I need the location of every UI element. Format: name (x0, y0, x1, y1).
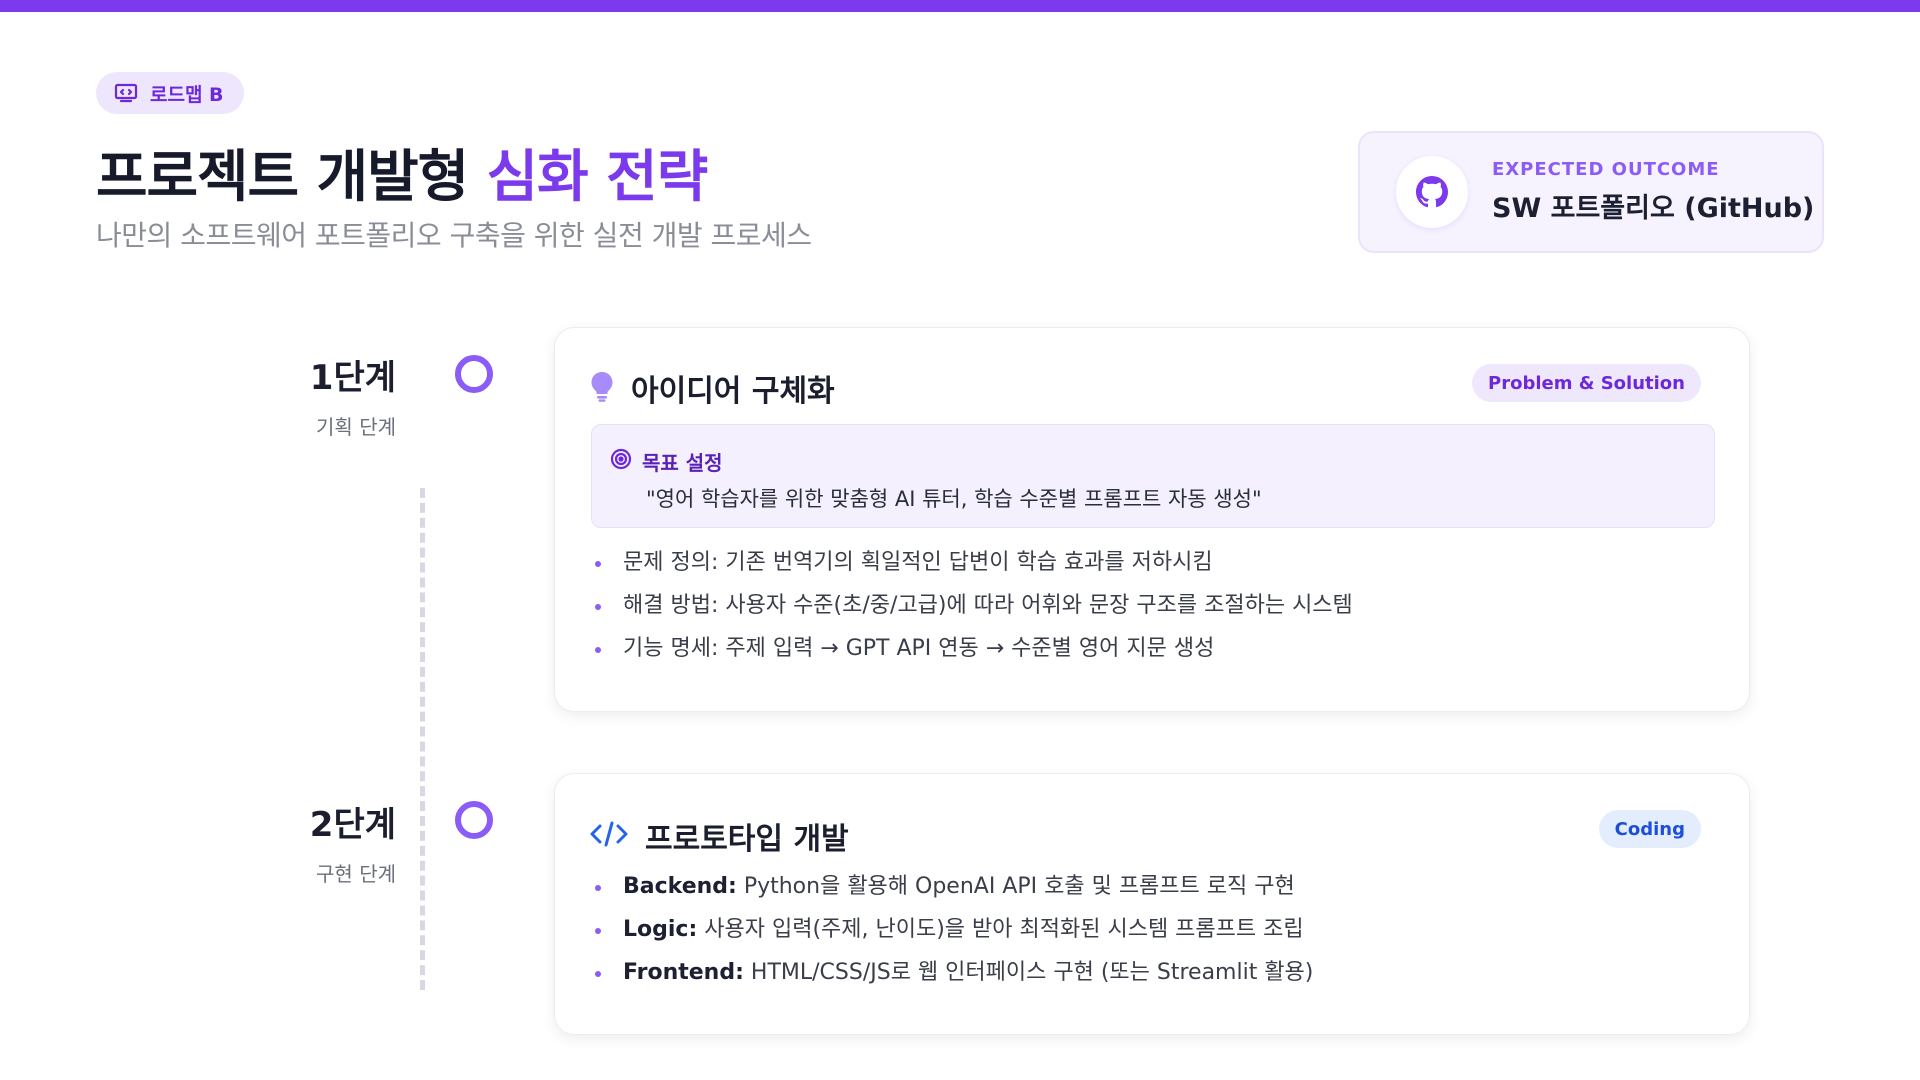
step-1-label: 1단계 기획 단계 (310, 350, 396, 440)
goal-text: "영어 학습자를 위한 맞춤형 AI 튜터, 학습 수준별 프롬프트 자동 생성… (646, 487, 1262, 511)
bullet-key: Backend: (623, 874, 737, 899)
bullet-text: HTML/CSS/JS로 웹 인터페이스 구현 (또는 Streamlit 활용… (743, 960, 1314, 985)
bullet-key: Logic: (623, 917, 698, 942)
goal-header: 목표 설정 (610, 447, 723, 476)
list-item: Frontend: HTML/CSS/JS로 웹 인터페이스 구현 (또는 St… (591, 958, 1313, 1001)
roadmap-badge-label: 로드맵 B (150, 83, 224, 106)
page-title-accent: 심화 전략 (486, 145, 709, 210)
step-1-tag: Problem & Solution (1472, 364, 1701, 402)
step-1-card-header: 아이디어 구체화 (589, 366, 835, 410)
outcome-value: SW 포트폴리오 (GitHub) (1492, 193, 1815, 224)
list-item: Backend: Python을 활용해 OpenAI API 호출 및 프롬프… (591, 872, 1313, 915)
lightbulb-icon (589, 370, 615, 406)
list-item: 기능 명세: 주제 입력 → GPT API 연동 → 수준별 영어 지문 생성 (591, 634, 1353, 677)
step-1-bullets: 문제 정의: 기존 번역기의 획일적인 답변이 학습 효과를 저하시킴 해결 방… (591, 548, 1353, 677)
step-1-phase: 기획 단계 (316, 415, 396, 439)
bullet-text: Python을 활용해 OpenAI API 호출 및 프롬프트 로직 구현 (736, 874, 1295, 899)
page-subtitle: 나만의 소프트웨어 포트폴리오 구축을 위한 실전 개발 프로세스 (96, 219, 812, 252)
goal-box: 목표 설정 "영어 학습자를 위한 맞춤형 AI 튜터, 학습 수준별 프롬프트… (591, 424, 1715, 528)
list-item: Logic: 사용자 입력(주제, 난이도)을 받아 최적화된 시스템 프롬프트… (591, 915, 1313, 958)
step-2-tag: Coding (1598, 810, 1701, 848)
roadmap-badge: 로드맵 B (96, 72, 244, 114)
bullet-text: 사용자 입력(주제, 난이도)을 받아 최적화된 시스템 프롬프트 조립 (697, 917, 1304, 942)
page-title-main: 프로젝트 개발형 (96, 145, 469, 210)
list-item: 문제 정의: 기존 번역기의 획일적인 답변이 학습 효과를 저하시킴 (591, 548, 1353, 591)
expected-outcome-card: EXPECTED OUTCOME SW 포트폴리오 (GitHub) (1358, 131, 1824, 253)
step-2-bullets: Backend: Python을 활용해 OpenAI API 호출 및 프롬프… (591, 872, 1313, 1001)
step-2-card-header: 프로토타입 개발 (589, 814, 849, 858)
step-2-title: 프로토타입 개발 (645, 822, 849, 857)
timeline-line (420, 488, 425, 990)
step-2-label: 2단계 구현 단계 (310, 797, 396, 887)
step-1-card: 아이디어 구체화 Problem & Solution 목표 설정 "영어 학습… (554, 327, 1750, 712)
step-2-card: 프로토타입 개발 Coding Backend: Python을 활용해 Ope… (554, 773, 1750, 1035)
step-1-title: 아이디어 구체화 (631, 374, 835, 409)
step-2-number: 2단계 (309, 805, 396, 845)
page-title: 프로젝트 개발형 심화 전략 (96, 132, 709, 213)
step-2-node (455, 801, 493, 839)
list-item: 해결 방법: 사용자 수준(초/중/고급)에 따라 어휘와 문장 구조를 조절하… (591, 591, 1353, 634)
step-1-number: 1단계 (309, 358, 396, 398)
bullet-key: Frontend: (623, 960, 744, 985)
presentation-board-icon (114, 83, 138, 103)
step-2-phase: 구현 단계 (316, 862, 396, 886)
top-accent-bar (0, 0, 1920, 12)
step-1-node (455, 355, 493, 393)
goal-label: 목표 설정 (642, 451, 723, 475)
code-icon (589, 820, 629, 852)
target-icon (610, 448, 632, 475)
github-icon (1396, 156, 1468, 228)
outcome-eyebrow: EXPECTED OUTCOME (1492, 159, 1720, 180)
